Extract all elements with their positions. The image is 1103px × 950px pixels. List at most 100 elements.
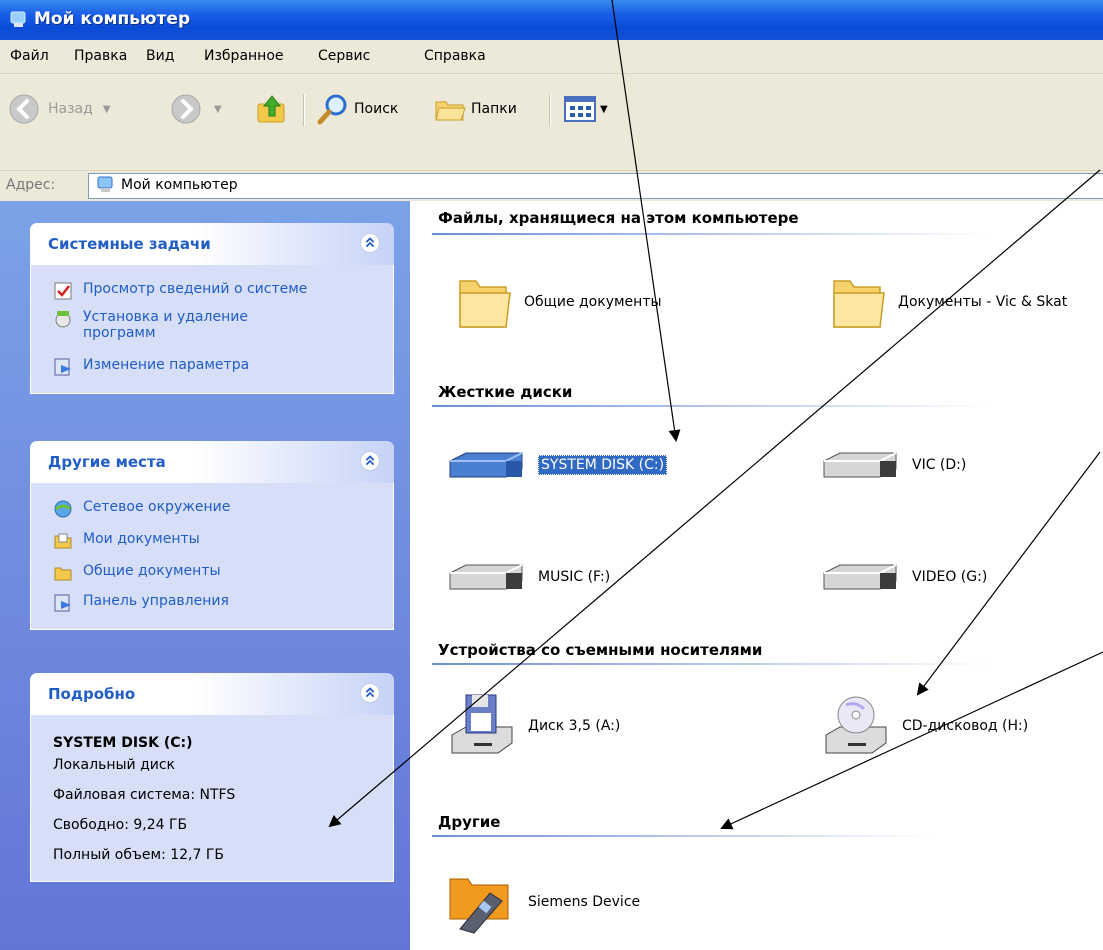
hard-drive-icon bbox=[823, 452, 897, 478]
back-dropdown-icon[interactable]: ▼ bbox=[103, 104, 111, 115]
system-tasks-header[interactable]: Системные задачи bbox=[30, 223, 394, 265]
control-panel-label: Панель управления bbox=[83, 593, 229, 609]
title-bar[interactable]: Мой компьютер bbox=[0, 0, 1103, 40]
add-remove-programs-icon bbox=[55, 311, 71, 328]
hard-drive-icon bbox=[449, 452, 523, 478]
drive-a-label: Диск 3,5 (A:) bbox=[528, 718, 621, 734]
drive-f-label: MUSIC (F:) bbox=[538, 569, 611, 585]
group-header-files: Файлы, хранящиеся на этом компьютере bbox=[438, 209, 799, 227]
folder-up-icon bbox=[257, 95, 285, 123]
change-setting-link[interactable]: Изменение параметра bbox=[53, 357, 249, 377]
group-divider bbox=[432, 233, 992, 235]
folder-icon bbox=[833, 280, 885, 328]
group-divider bbox=[432, 835, 932, 837]
drive-h[interactable]: CD-дисковод (H:) bbox=[820, 691, 1028, 761]
menu-file[interactable]: Файл bbox=[10, 48, 49, 64]
views-icon bbox=[564, 96, 596, 122]
user-documents-label: Документы - Vic & Skat bbox=[898, 294, 1068, 310]
back-button[interactable]: Назад ▼ bbox=[8, 90, 111, 128]
folders-label: Папки bbox=[471, 101, 517, 117]
collapse-icon[interactable] bbox=[360, 683, 380, 703]
search-label: Поиск bbox=[354, 101, 399, 117]
views-button[interactable]: ▼ bbox=[563, 90, 608, 128]
system-tasks-panel: Системные задачи Просмотр сведений о сис… bbox=[30, 223, 394, 394]
my-documents-label: Мои документы bbox=[83, 531, 200, 547]
drive-f[interactable]: MUSIC (F:) bbox=[446, 557, 610, 597]
my-documents-link[interactable]: Мои документы bbox=[53, 531, 200, 551]
back-arrow-icon bbox=[9, 94, 39, 124]
collapse-icon[interactable] bbox=[360, 451, 380, 471]
collapse-icon[interactable] bbox=[360, 233, 380, 253]
drive-g-label: VIDEO (G:) bbox=[912, 569, 988, 585]
group-header-hard-drives: Жесткие диски bbox=[438, 383, 573, 401]
view-system-info-label: Просмотр сведений о системе bbox=[83, 281, 308, 297]
menu-favorites[interactable]: Избранное bbox=[204, 48, 284, 64]
address-label: Адрес: bbox=[6, 177, 56, 193]
details-free-space: Свободно: 9,24 ГБ bbox=[53, 817, 188, 833]
shared-documents-link[interactable]: Общие документы bbox=[53, 563, 221, 583]
drive-d-label: VIC (D:) bbox=[912, 457, 967, 473]
floppy-drive-icon bbox=[451, 694, 513, 754]
drive-h-label: CD-дисковод (H:) bbox=[902, 718, 1029, 734]
address-bar: Адрес: Мой компьютер bbox=[0, 170, 1103, 201]
control-panel-link[interactable]: Панель управления bbox=[53, 593, 229, 613]
menu-help[interactable]: Справка bbox=[424, 48, 486, 64]
drive-a[interactable]: Диск 3,5 (A:) bbox=[446, 691, 620, 761]
folders-icon bbox=[435, 101, 466, 121]
back-label: Назад bbox=[48, 101, 93, 117]
up-folder-button[interactable] bbox=[255, 90, 289, 128]
system-info-icon bbox=[54, 282, 72, 300]
address-input[interactable]: Мой компьютер bbox=[88, 173, 1103, 199]
group-divider bbox=[432, 405, 992, 407]
shared-documents-folder[interactable]: Общие документы bbox=[456, 271, 662, 333]
drive-d[interactable]: VIC (D:) bbox=[820, 445, 966, 485]
network-icon bbox=[54, 500, 72, 518]
details-item-name: SYSTEM DISK (C:) bbox=[53, 735, 193, 751]
folders-button[interactable]: Папки bbox=[433, 90, 517, 128]
search-button[interactable]: Поиск bbox=[316, 90, 398, 128]
my-documents-icon bbox=[54, 533, 72, 549]
add-remove-programs-label: Установка и удаление программ bbox=[83, 309, 248, 341]
address-value: Мой компьютер bbox=[121, 177, 238, 193]
shared-documents-label: Общие документы bbox=[524, 294, 662, 310]
network-places-label: Сетевое окружение bbox=[83, 499, 231, 515]
control-panel-icon bbox=[54, 358, 71, 376]
forward-dropdown-icon[interactable]: ▼ bbox=[214, 104, 222, 115]
cd-drive-icon bbox=[825, 696, 887, 754]
other-places-body: Сетевое окружение Мои документы Общие до… bbox=[30, 483, 394, 630]
details-filesystem: Файловая система: NTFS bbox=[53, 787, 236, 803]
details-header[interactable]: Подробно bbox=[30, 673, 394, 715]
toolbar-separator bbox=[549, 94, 551, 126]
content-area: Файлы, хранящиеся на этом компьютере Общ… bbox=[410, 201, 1103, 950]
system-tasks-body: Просмотр сведений о системе Установка и … bbox=[30, 265, 394, 394]
other-places-header[interactable]: Другие места bbox=[30, 441, 394, 483]
details-panel: Подробно SYSTEM DISK (C:) Локальный диск… bbox=[30, 673, 394, 882]
menu-bar: Файл Правка Вид Избранное Сервис Справка bbox=[0, 40, 1103, 74]
menu-tools[interactable]: Сервис bbox=[318, 48, 370, 64]
user-documents-folder[interactable]: Документы - Vic & Skat bbox=[830, 271, 1067, 333]
other-places-panel: Другие места Сетевое окружение Мои докум… bbox=[30, 441, 394, 630]
siemens-device-label: Siemens Device bbox=[528, 894, 641, 910]
menu-edit[interactable]: Правка bbox=[74, 48, 127, 64]
toolbar: Назад ▼ ▼ Поиск Папки ▼ bbox=[0, 74, 1103, 170]
toolbar-separator bbox=[303, 94, 305, 126]
views-dropdown-icon[interactable]: ▼ bbox=[600, 104, 608, 115]
network-places-link[interactable]: Сетевое окружение bbox=[53, 499, 230, 519]
siemens-device[interactable]: Siemens Device bbox=[446, 869, 640, 935]
forward-button[interactable]: ▼ bbox=[170, 90, 222, 128]
system-tasks-title: Системные задачи bbox=[48, 235, 211, 253]
add-remove-programs-link[interactable]: Установка и удаление программ bbox=[53, 309, 313, 341]
window-title: Мой компьютер bbox=[34, 9, 191, 29]
details-item-type: Локальный диск bbox=[53, 757, 176, 773]
forward-arrow-icon bbox=[171, 94, 201, 124]
phone-device-icon bbox=[449, 878, 509, 934]
details-total-size: Полный объем: 12,7 ГБ bbox=[53, 847, 224, 863]
search-icon bbox=[317, 94, 347, 125]
hard-drive-icon bbox=[823, 564, 897, 590]
drive-c[interactable]: SYSTEM DISK (C:) bbox=[446, 445, 668, 485]
my-computer-icon bbox=[10, 11, 26, 27]
drive-g[interactable]: VIDEO (G:) bbox=[820, 557, 987, 597]
menu-view[interactable]: Вид bbox=[146, 48, 174, 64]
other-places-title: Другие места bbox=[48, 453, 166, 471]
view-system-info-link[interactable]: Просмотр сведений о системе bbox=[53, 281, 307, 301]
